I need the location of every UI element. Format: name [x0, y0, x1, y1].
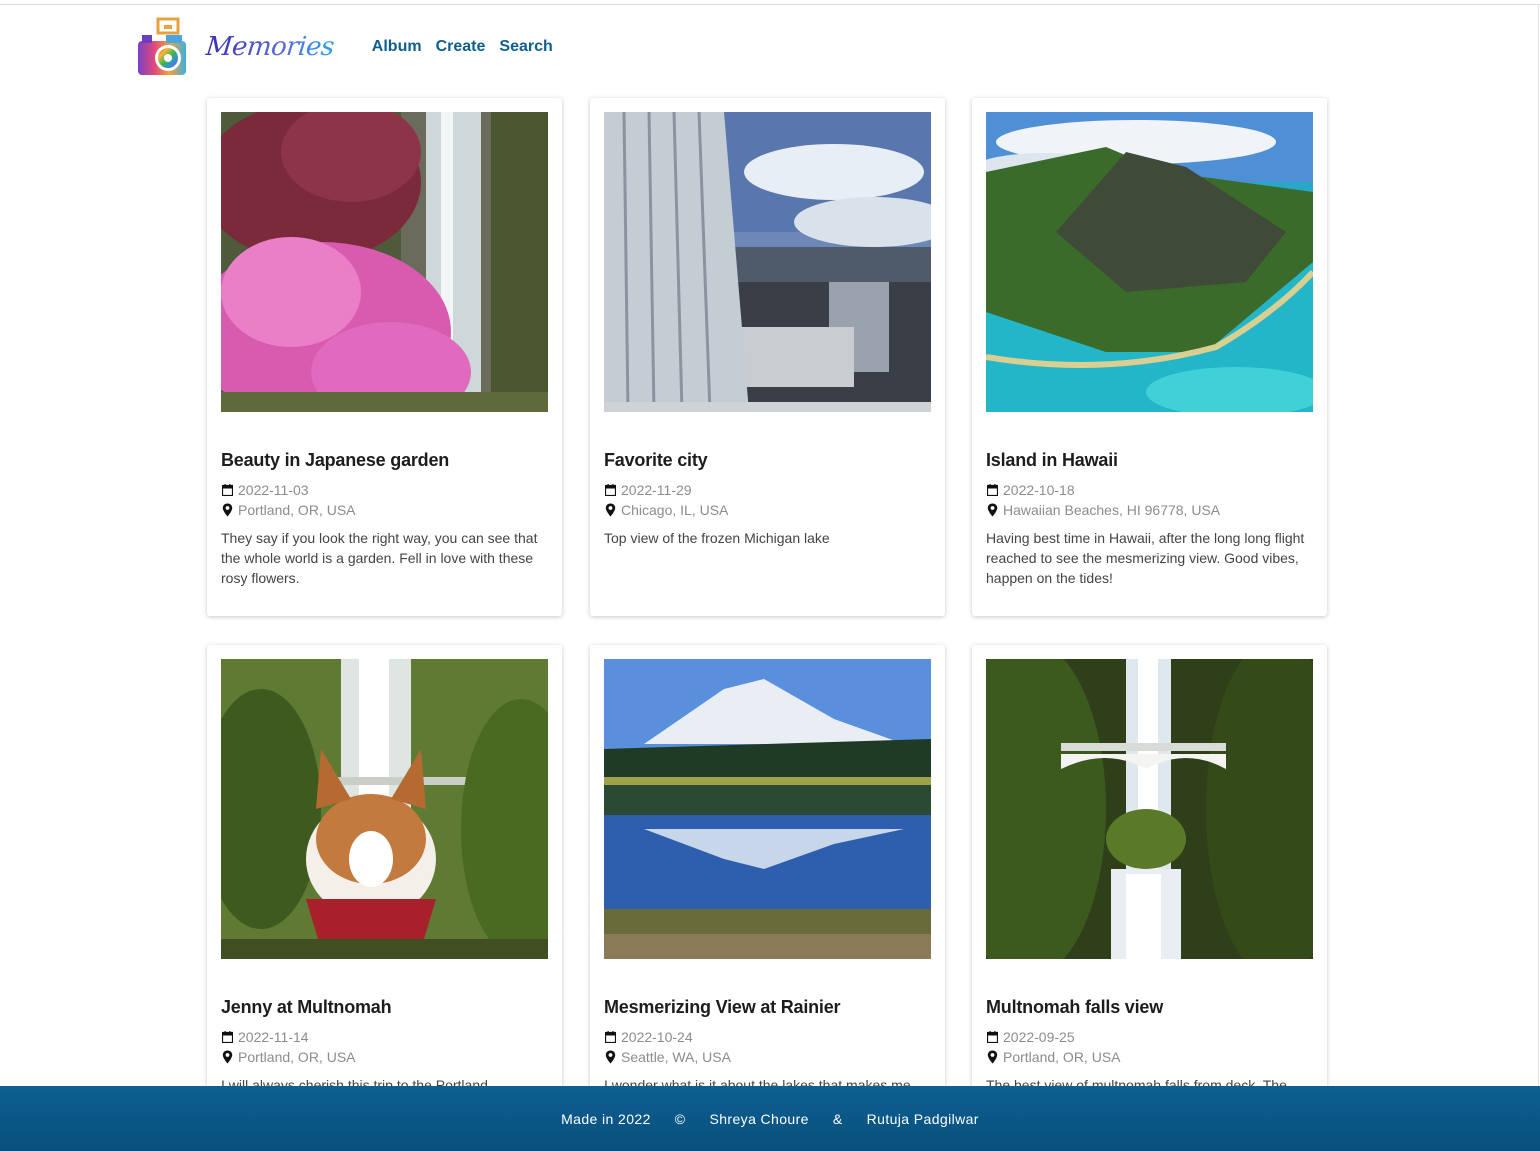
- calendar-icon: [986, 483, 998, 497]
- card-location-text: Seattle, WA, USA: [621, 1049, 731, 1065]
- city-photo[interactable]: [604, 112, 931, 412]
- card-date-text: 2022-11-29: [621, 482, 692, 498]
- header: Memories Album Create Search: [136, 16, 553, 78]
- footer-copyright: ©: [674, 1110, 686, 1127]
- card-date-text: 2022-11-14: [238, 1029, 309, 1045]
- waterfall-photo[interactable]: [986, 659, 1313, 959]
- card-location: Chicago, IL, USA: [604, 502, 728, 518]
- footer: Made in 2022 © Shreya Choure & Rutuja Pa…: [0, 1086, 1540, 1151]
- main-nav: Album Create Search: [372, 38, 553, 56]
- calendar-icon: [604, 483, 616, 497]
- nav-album-link[interactable]: Album: [372, 38, 422, 56]
- card-description: They say if you look the right way, you …: [221, 530, 538, 586]
- card-date: 2022-11-29: [604, 482, 692, 498]
- card-location-text: Portland, OR, USA: [238, 1049, 356, 1065]
- calendar-icon: [986, 1030, 998, 1044]
- scrollbar-edge: [1538, 4, 1539, 1104]
- card-title: Island in Hawaii: [986, 450, 1118, 470]
- memory-card[interactable]: Multnomah falls view 2022-09-25 Portland…: [972, 645, 1327, 1105]
- location-pin-icon: [986, 1050, 998, 1064]
- card-date: 2022-11-03: [221, 482, 309, 498]
- card-date-text: 2022-10-18: [1003, 482, 1075, 498]
- memory-card[interactable]: Beauty in Japanese garden 2022-11-03 Por…: [207, 98, 562, 616]
- camera-logo-icon[interactable]: [136, 17, 188, 77]
- card-title: Jenny at Multnomah: [221, 997, 392, 1017]
- card-title: Multnomah falls view: [986, 997, 1164, 1017]
- app-logo-text[interactable]: Memories: [204, 32, 335, 62]
- location-pin-icon: [604, 503, 616, 517]
- calendar-icon: [604, 1030, 616, 1044]
- footer-and: &: [832, 1110, 843, 1127]
- card-date: 2022-10-18: [986, 482, 1075, 498]
- card-title: Beauty in Japanese garden: [221, 450, 450, 470]
- location-pin-icon: [986, 503, 998, 517]
- card-location: Seattle, WA, USA: [604, 1049, 731, 1065]
- card-date: 2022-11-14: [221, 1029, 309, 1045]
- memory-card[interactable]: Island in Hawaii 2022-10-18 Hawaiian Bea…: [972, 98, 1327, 616]
- garden-photo[interactable]: [221, 112, 548, 412]
- card-location-text: Hawaiian Beaches, HI 96778, USA: [1003, 502, 1221, 518]
- card-description: Having best time in Hawaii, after the lo…: [986, 530, 1305, 586]
- card-date: 2022-10-24: [604, 1029, 693, 1045]
- card-date-text: 2022-09-25: [1003, 1029, 1075, 1045]
- card-title: Mesmerizing View at Rainier: [604, 997, 841, 1017]
- footer-author-1: Shreya Choure: [709, 1110, 809, 1127]
- footer-author-2: Rutuja Padgilwar: [866, 1110, 979, 1127]
- memory-card[interactable]: Jenny at Multnomah 2022-11-14 Portland, …: [207, 645, 562, 1105]
- card-date-text: 2022-11-03: [238, 482, 309, 498]
- card-description: Top view of the frozen Michigan lake: [604, 530, 830, 546]
- card-date: 2022-09-25: [986, 1029, 1075, 1045]
- memory-card[interactable]: Mesmerizing View at Rainier 2022-10-24 S…: [590, 645, 945, 1105]
- nav-search-link[interactable]: Search: [499, 38, 552, 56]
- card-location: Hawaiian Beaches, HI 96778, USA: [986, 502, 1220, 518]
- card-date-text: 2022-10-24: [621, 1029, 693, 1045]
- footer-made: Made in 2022: [561, 1110, 651, 1127]
- top-border: [0, 4, 1540, 5]
- card-location-text: Chicago, IL, USA: [621, 502, 729, 518]
- calendar-icon: [221, 483, 233, 497]
- card-location: Portland, OR, USA: [221, 1049, 356, 1065]
- nav-create-link[interactable]: Create: [436, 38, 486, 56]
- card-title: Favorite city: [604, 450, 708, 470]
- mountain-lake-photo[interactable]: [604, 659, 931, 959]
- card-location-text: Portland, OR, USA: [238, 502, 356, 518]
- card-location: Portland, OR, USA: [986, 1049, 1121, 1065]
- calendar-icon: [221, 1030, 233, 1044]
- card-location-text: Portland, OR, USA: [1003, 1049, 1121, 1065]
- location-pin-icon: [221, 503, 233, 517]
- location-pin-icon: [221, 1050, 233, 1064]
- location-pin-icon: [604, 1050, 616, 1064]
- card-location: Portland, OR, USA: [221, 502, 356, 518]
- memory-card[interactable]: Favorite city 2022-11-29 Chicago, IL, US…: [590, 98, 945, 616]
- dog-photo[interactable]: [221, 659, 548, 959]
- island-photo[interactable]: [986, 112, 1313, 412]
